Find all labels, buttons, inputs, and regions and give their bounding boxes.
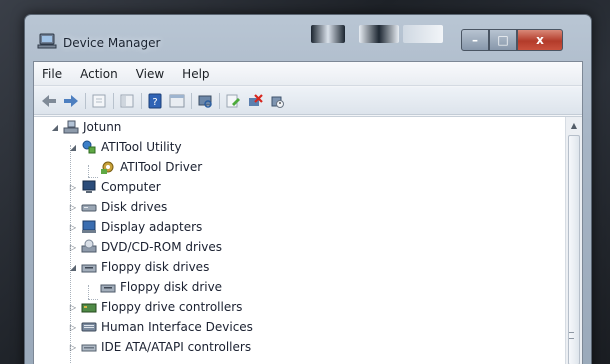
disable-device-icon[interactable] xyxy=(268,92,286,110)
back-arrow-icon[interactable] xyxy=(40,92,58,110)
expand-arrow-icon[interactable]: ▷ xyxy=(68,203,78,212)
tree-connector xyxy=(88,165,89,177)
close-icon: x xyxy=(536,33,544,47)
tree-category-ide-ata-atapi-controllers[interactable]: ▷ IDE ATA/ATAPI controllers xyxy=(68,337,251,357)
ide-controller-icon xyxy=(81,339,97,355)
maximize-icon: □ xyxy=(497,33,509,47)
tree-node-label: ATITool Driver xyxy=(120,160,203,174)
collapse-arrow-icon[interactable]: ◢ xyxy=(50,123,60,132)
tree-node-label: Human Interface Devices xyxy=(101,320,253,334)
minimize-button[interactable]: – xyxy=(461,29,489,51)
tree-category-dvd-cd-rom-drives[interactable]: ▷ DVD/CD-ROM drives xyxy=(68,237,222,257)
show-hide-console-tree-icon[interactable] xyxy=(118,92,136,110)
titlebar-reflection xyxy=(359,25,399,43)
expand-arrow-icon[interactable]: ▷ xyxy=(68,323,78,332)
menu-bar: File Action View Help xyxy=(34,62,582,86)
collapse-arrow-icon[interactable]: ◢ xyxy=(68,263,78,272)
client-area: File Action View Help ? ◢ Jotunn ◢ ATITo… xyxy=(33,61,583,364)
tree-category-atitool-utility[interactable]: ◢ ATITool Utility xyxy=(68,137,182,157)
vertical-scrollbar[interactable]: ▲ xyxy=(565,117,582,364)
close-button[interactable]: x xyxy=(517,29,563,51)
toolbar-separator xyxy=(85,92,86,109)
tree-category-computer[interactable]: ▷ Computer xyxy=(68,177,161,197)
toolbar-separator xyxy=(141,92,142,109)
tree-node-label: Computer xyxy=(101,180,161,194)
floppy-drive-icon xyxy=(100,279,116,295)
update-driver-icon[interactable] xyxy=(224,92,242,110)
tree-category-disk-drives[interactable]: ▷ Disk drives xyxy=(68,197,167,217)
toolbar: ? xyxy=(34,87,582,115)
floppy-controller-icon xyxy=(81,299,97,315)
collapse-arrow-icon[interactable]: ◢ xyxy=(68,143,78,152)
tree-node-label: IDE ATA/ATAPI controllers xyxy=(101,340,252,354)
svg-text:?: ? xyxy=(152,97,157,108)
titlebar-reflection xyxy=(403,25,443,43)
tree-device-atitool-driver[interactable]: ATITool Driver xyxy=(100,157,202,177)
floppy-drive-icon xyxy=(81,259,97,275)
toolbar-separator xyxy=(113,92,114,109)
hid-icon xyxy=(81,319,97,335)
monitor-icon xyxy=(81,179,97,195)
tree-node-label: Floppy disk drives xyxy=(101,260,210,274)
menu-action[interactable]: Action xyxy=(78,66,120,82)
expand-arrow-icon[interactable]: ▷ xyxy=(68,223,78,232)
device-manager-window: Device Manager – □ x File Action View He… xyxy=(24,14,592,364)
tree-node-label: Floppy drive controllers xyxy=(101,300,243,314)
forward-arrow-icon[interactable] xyxy=(62,92,80,110)
scan-hardware-changes-icon[interactable] xyxy=(196,92,214,110)
scrollbar-grip-icon xyxy=(569,332,574,339)
menu-help[interactable]: Help xyxy=(180,66,211,82)
tree-category-human-interface-devices[interactable]: ▷ Human Interface Devices xyxy=(68,317,253,337)
disk-drive-icon xyxy=(81,199,97,215)
computer-icon xyxy=(63,119,79,135)
toolbar-separator xyxy=(219,92,220,109)
expand-arrow-icon[interactable]: ▷ xyxy=(68,303,78,312)
menu-view[interactable]: View xyxy=(134,66,166,82)
tree-node-label: Display adapters xyxy=(101,220,203,234)
menu-file[interactable]: File xyxy=(40,66,64,82)
tree-node-label: Floppy disk drive xyxy=(120,280,223,294)
tree-root-jotunn[interactable]: ◢ Jotunn xyxy=(50,117,121,137)
tree-category-floppy-drive-controllers[interactable]: ▷ Floppy drive controllers xyxy=(68,297,243,317)
window-title: Device Manager xyxy=(63,36,161,50)
display-adapter-icon xyxy=(81,219,97,235)
tree-node-label: Disk drives xyxy=(101,200,168,214)
expand-arrow-icon[interactable]: ▷ xyxy=(68,183,78,192)
expand-arrow-icon[interactable]: ▷ xyxy=(68,243,78,252)
scrollbar-thumb[interactable] xyxy=(568,135,580,364)
expand-arrow-icon[interactable]: ▷ xyxy=(68,343,78,352)
titlebar-reflection xyxy=(311,25,345,43)
device-manager-app-icon xyxy=(37,33,59,49)
tree-node-label: ATITool Utility xyxy=(101,140,182,154)
tree-device-floppy-disk-drive[interactable]: Floppy disk drive xyxy=(100,277,222,297)
tree-category-floppy-disk-drives[interactable]: ◢ Floppy disk drives xyxy=(68,257,209,277)
uninstall-icon[interactable] xyxy=(246,92,264,110)
tree-category-display-adapters[interactable]: ▷ Display adapters xyxy=(68,217,202,237)
driver-gear-icon xyxy=(100,159,116,175)
atitool-icon xyxy=(81,139,97,155)
properties-icon[interactable] xyxy=(90,92,108,110)
tree-node-label: Jotunn xyxy=(83,120,122,134)
minimize-icon: – xyxy=(472,33,478,47)
toolbar-separator xyxy=(191,92,192,109)
tree-node-label: DVD/CD-ROM drives xyxy=(101,240,223,254)
console-window-icon[interactable] xyxy=(168,92,186,110)
title-bar[interactable]: Device Manager – □ x xyxy=(25,15,591,55)
dvd-drive-icon xyxy=(81,239,97,255)
maximize-button[interactable]: □ xyxy=(489,29,517,51)
scroll-up-arrow-icon[interactable]: ▲ xyxy=(566,117,582,134)
device-tree: ◢ Jotunn ◢ ATITool Utility ATITool Drive… xyxy=(34,116,582,364)
help-icon[interactable]: ? xyxy=(146,92,164,110)
